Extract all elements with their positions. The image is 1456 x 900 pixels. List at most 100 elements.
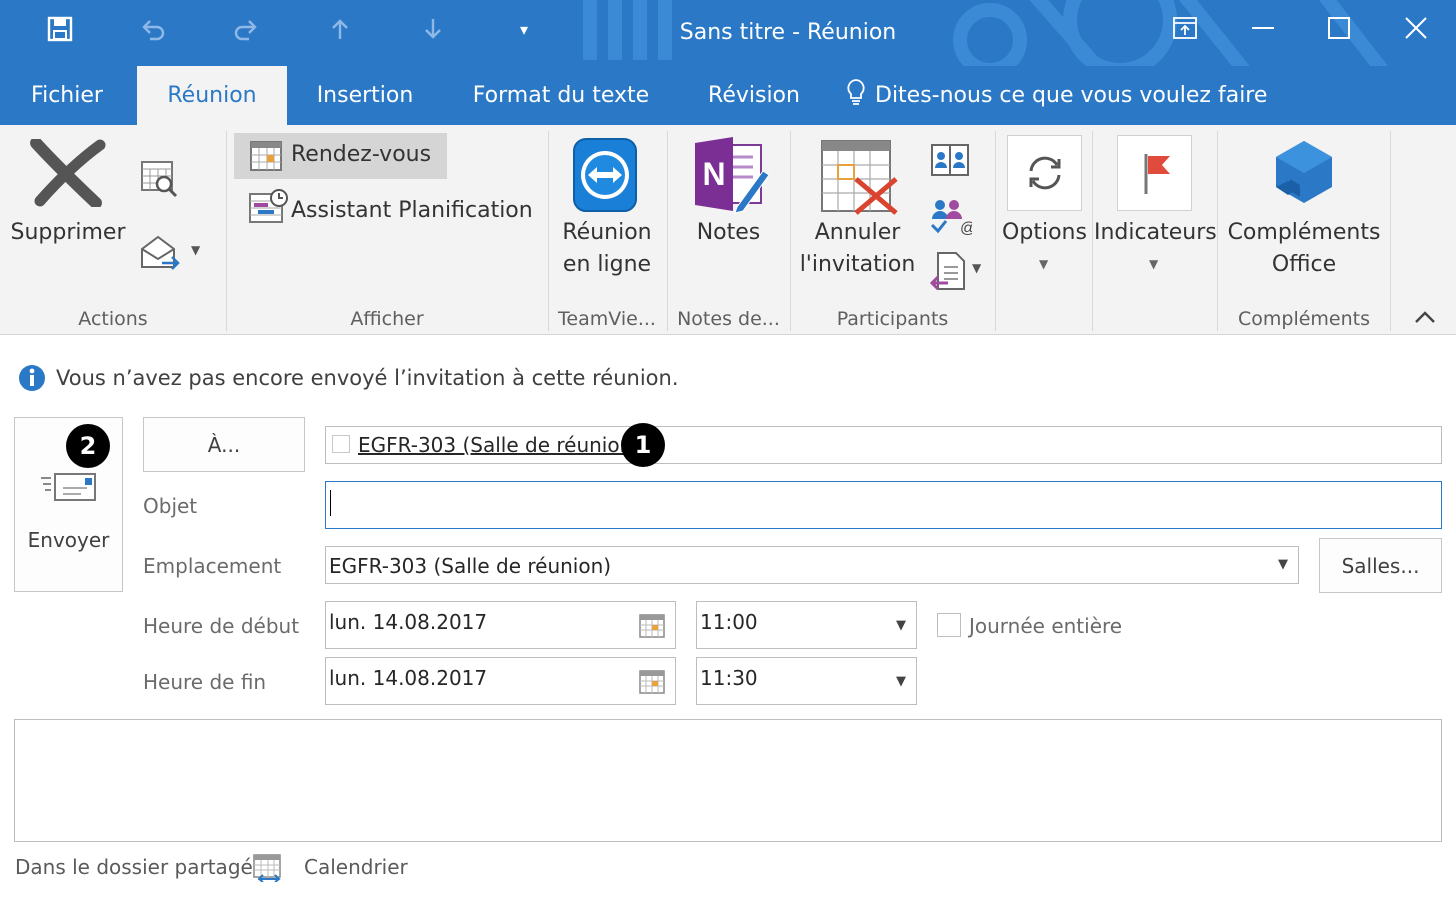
group-label-teamviewer: TeamVie... xyxy=(558,308,656,330)
close-icon[interactable] xyxy=(1391,8,1441,48)
delete-button[interactable]: Supprimer xyxy=(8,217,128,249)
notes-button[interactable]: Notes xyxy=(667,217,790,249)
location-value: EGFR-303 (Salle de réunion) xyxy=(329,554,612,578)
location-dropdown-icon[interactable]: ▼ xyxy=(1278,557,1288,572)
start-time-label: Heure de début xyxy=(143,614,300,638)
callout-badge-1: 1 xyxy=(621,423,665,467)
down-arrow-icon[interactable] xyxy=(413,12,453,46)
calendar-picker-icon[interactable] xyxy=(639,614,665,638)
start-time-value: 11:00 xyxy=(700,610,758,634)
group-separator xyxy=(1390,131,1391,331)
start-date-value: lun. 14.08.2017 xyxy=(329,610,488,634)
onenote-icon[interactable]: N xyxy=(693,137,771,219)
svg-text:N: N xyxy=(702,156,725,192)
info-icon xyxy=(18,364,46,392)
callout-badge-2: 2 xyxy=(66,424,110,468)
calendar-picker-icon[interactable] xyxy=(639,670,665,694)
calendar-search-icon[interactable] xyxy=(140,160,180,202)
check-names-icon[interactable]: @ xyxy=(930,197,976,239)
start-date-input[interactable]: lun. 14.08.2017 xyxy=(325,601,676,649)
end-date-input[interactable]: lun. 14.08.2017 xyxy=(325,657,676,705)
location-input[interactable]: EGFR-303 (Salle de réunion) ▼ xyxy=(325,546,1299,584)
send-button[interactable]: 2 Envoyer xyxy=(14,417,123,592)
attendee-room[interactable]: EGFR-303 (Salle de réunion) xyxy=(358,433,640,457)
cancel-invitation-icon[interactable] xyxy=(820,139,900,219)
tab-revision[interactable]: Révision xyxy=(690,66,818,125)
window-title: Sans titre - Réunion xyxy=(679,20,897,45)
end-time-value: 11:30 xyxy=(700,666,758,690)
response-options-dropdown-icon[interactable]: ▼ xyxy=(972,261,981,275)
redo-icon[interactable] xyxy=(226,12,266,46)
location-label: Emplacement xyxy=(143,554,282,578)
ribbon-display-options-icon[interactable] xyxy=(1160,8,1210,48)
cancel-invitation-label-1[interactable]: Annuler xyxy=(795,217,920,249)
group-label-participants: Participants xyxy=(836,308,949,330)
up-arrow-icon[interactable] xyxy=(320,12,360,46)
info-bar: Vous n’avez pas encore envoyé l’invitati… xyxy=(18,364,679,392)
end-date-value: lun. 14.08.2017 xyxy=(329,666,488,690)
end-time-dropdown-icon[interactable]: ▼ xyxy=(896,674,906,689)
office-addins-label-2[interactable]: Office xyxy=(1218,249,1390,281)
options-button[interactable]: Options xyxy=(997,217,1092,249)
flags-icon-box[interactable] xyxy=(1117,135,1192,211)
minimize-icon[interactable] xyxy=(1238,8,1288,48)
online-meeting-label-2[interactable]: en ligne xyxy=(548,249,666,281)
scheduling-assistant-icon[interactable] xyxy=(249,189,289,229)
save-icon[interactable] xyxy=(40,12,80,46)
all-day-checkbox[interactable] xyxy=(937,613,961,637)
tab-insertion[interactable]: Insertion xyxy=(300,66,430,125)
text-cursor xyxy=(330,490,331,516)
start-time-dropdown-icon[interactable]: ▼ xyxy=(896,618,906,633)
send-label: Envoyer xyxy=(27,528,110,552)
attendee-status-checkbox[interactable] xyxy=(332,435,350,453)
flags-button[interactable]: Indicateurs xyxy=(1094,217,1217,249)
rooms-button[interactable]: Salles... xyxy=(1319,538,1442,593)
to-field[interactable]: EGFR-303 (Salle de réunion) xyxy=(325,426,1442,464)
options-dropdown-icon[interactable]: ▼ xyxy=(1039,257,1048,271)
title-bar: ▾ Sans titre - Réunion xyxy=(0,0,1456,66)
calendar-folder-link[interactable]: Calendrier xyxy=(304,855,408,879)
message-body[interactable] xyxy=(14,719,1442,842)
group-label-complements: Compléments xyxy=(1237,308,1371,330)
teamviewer-icon[interactable] xyxy=(570,135,640,219)
tell-me-text: Dites-nous ce que vous voulez faire xyxy=(875,83,1268,108)
scheduling-assistant-button[interactable]: Assistant Planification xyxy=(291,195,533,227)
group-separator xyxy=(995,131,996,331)
start-time-select[interactable]: 11:00 ▼ xyxy=(696,601,917,649)
office-addins-label-1[interactable]: Compléments xyxy=(1218,217,1390,249)
group-label-notes: Notes de... xyxy=(677,308,780,330)
tab-fichier[interactable]: Fichier xyxy=(14,66,120,125)
undo-icon[interactable] xyxy=(133,12,173,46)
forward-dropdown-icon[interactable]: ▼ xyxy=(191,243,200,257)
cancel-invitation-label-2[interactable]: l'invitation xyxy=(795,249,920,281)
group-separator xyxy=(226,131,227,331)
subject-input[interactable] xyxy=(325,481,1442,529)
online-meeting-label-1[interactable]: Réunion xyxy=(548,217,666,249)
flag-icon xyxy=(1144,154,1170,194)
tab-format-du-texte[interactable]: Format du texte xyxy=(455,66,667,125)
end-time-select[interactable]: 11:30 ▼ xyxy=(696,657,917,705)
ribbon: Supprimer ▼ Actions Rendez-vous Assistan… xyxy=(0,125,1456,335)
shared-folder-label: Dans le dossier partagé xyxy=(15,855,253,879)
forward-mail-icon[interactable] xyxy=(140,233,180,277)
tell-me-box[interactable]: Dites-nous ce que vous voulez faire xyxy=(845,66,1267,125)
tab-reunion[interactable]: Réunion xyxy=(137,66,287,125)
collapse-ribbon-icon[interactable] xyxy=(1414,309,1436,328)
info-text: Vous n’avez pas encore envoyé l’invitati… xyxy=(56,366,679,390)
response-options-icon[interactable] xyxy=(929,251,970,295)
maximize-icon[interactable] xyxy=(1314,8,1364,48)
customize-qat-icon[interactable]: ▾ xyxy=(504,12,544,46)
options-icon-box[interactable] xyxy=(1007,135,1082,211)
to-button[interactable]: À... xyxy=(143,417,305,472)
office-addins-icon[interactable] xyxy=(1270,139,1338,209)
group-separator xyxy=(790,131,791,331)
delete-icon[interactable] xyxy=(30,137,106,211)
all-day-label: Journée entière xyxy=(969,614,1123,638)
lightbulb-icon xyxy=(845,78,867,114)
svg-text:@: @ xyxy=(960,220,972,235)
flags-dropdown-icon[interactable]: ▼ xyxy=(1149,257,1158,271)
calendar-icon xyxy=(250,141,282,175)
appointment-button[interactable]: Rendez-vous xyxy=(234,133,447,179)
address-book-icon[interactable] xyxy=(930,143,970,181)
appointment-label: Rendez-vous xyxy=(291,142,432,167)
